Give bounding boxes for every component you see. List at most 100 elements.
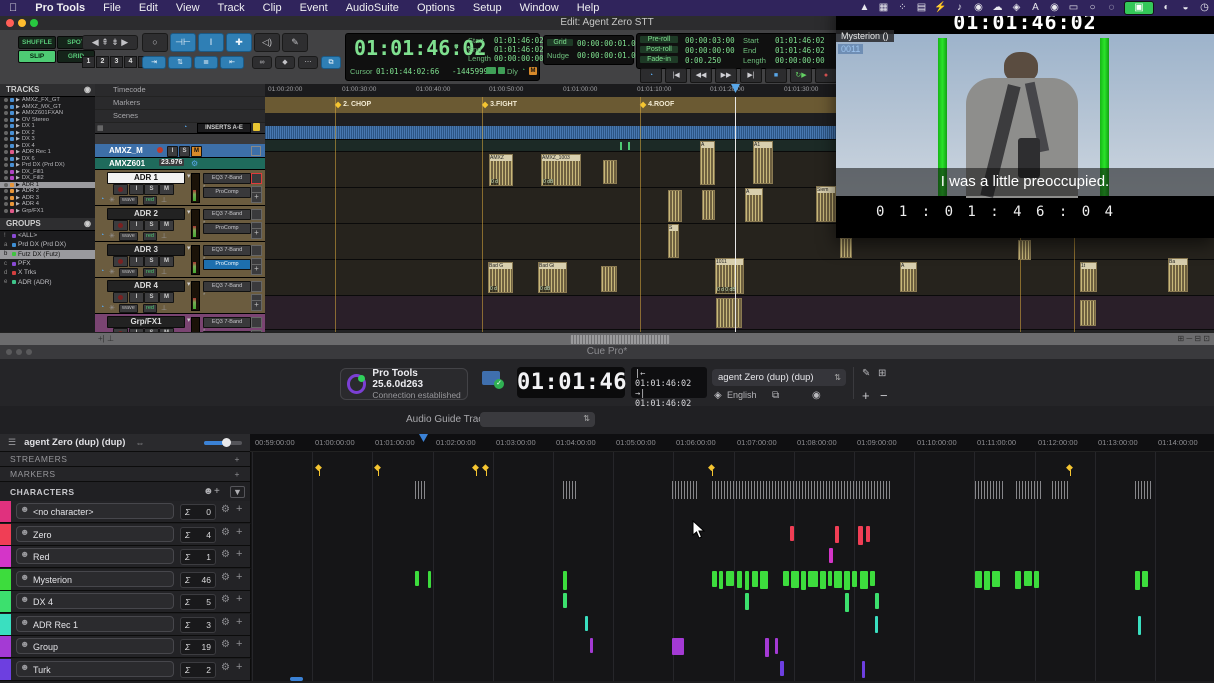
audio-clip[interactable] xyxy=(716,298,742,328)
group-list-item[interactable]: bFutz DX (Futz) xyxy=(0,250,95,259)
online-button[interactable]: ◔ xyxy=(640,68,662,83)
link-button-2[interactable]: ⋯ xyxy=(298,56,318,69)
character-settings-icon[interactable]: ⚙ xyxy=(221,504,230,515)
edit-scrollbar[interactable]: +| ⊥ ⊞ ─ ⊟ ⊡ xyxy=(0,332,1214,346)
cue-clip-group[interactable] xyxy=(765,638,769,657)
cue-clip-mysterion[interactable] xyxy=(745,571,749,590)
character-add-icon[interactable]: + xyxy=(236,548,242,560)
audio-clip-bad-gi[interactable]: Bad Gi0 dB xyxy=(538,262,567,293)
guide-waveform-clip[interactable] xyxy=(712,481,890,499)
selector-tool[interactable]: I xyxy=(198,33,224,52)
insert-eq3-7-band[interactable]: EQ3 7-Band xyxy=(203,281,251,292)
streamers-row[interactable]: STREAMERS + xyxy=(0,452,251,467)
cue-clip-mysterion[interactable] xyxy=(1034,571,1039,588)
grid-value[interactable]: 00:00:00:01.00 xyxy=(577,39,640,48)
menu-item-options[interactable]: Options xyxy=(408,2,464,14)
track-view-selector[interactable]: wave xyxy=(119,196,138,205)
fast-forward-button[interactable]: ▶▶ xyxy=(715,68,737,83)
track-options-icon[interactable]: ▾ xyxy=(187,280,191,288)
elastic-audio-icon[interactable]: ✳ xyxy=(109,232,115,240)
solo-button[interactable]: S xyxy=(144,292,159,303)
audio-clip[interactable] xyxy=(840,238,852,258)
cue-clip-mysterion[interactable] xyxy=(1135,571,1140,590)
character-name-field[interactable]: ADR Rec 1 xyxy=(16,616,174,632)
network-icon[interactable]: ◉ xyxy=(969,0,988,16)
add-insert-button[interactable]: + xyxy=(251,264,262,275)
menu-item-file[interactable]: File xyxy=(94,2,130,14)
ruler-name-markers[interactable]: Markers xyxy=(95,97,265,110)
link-button-1[interactable]: ◆ xyxy=(275,56,295,69)
cue-clip-mysterion[interactable] xyxy=(984,571,990,590)
cue-clip-mysterion[interactable] xyxy=(737,571,742,588)
cue-clip-zero[interactable] xyxy=(866,526,870,542)
zoom-preset-2[interactable]: 2 xyxy=(96,56,109,68)
insert-procomp[interactable]: ProComp xyxy=(203,259,251,270)
automation-icon[interactable]: ⊥ xyxy=(161,304,167,312)
track-name[interactable]: ADR 4 xyxy=(107,280,185,292)
character-settings-icon[interactable]: ⚙ xyxy=(221,572,230,583)
edit-mode-slip[interactable]: SLIP xyxy=(18,50,56,63)
cue-clip-mysterion[interactable] xyxy=(844,571,850,590)
link-button-0[interactable]: ∞ xyxy=(252,56,272,69)
audio-clip-amxz-1003[interactable]: AMXZ_10030 dB xyxy=(541,154,581,186)
audio-clip[interactable] xyxy=(603,160,617,184)
track-view-selector[interactable]: wave xyxy=(119,232,138,241)
guide-waveform-clip[interactable] xyxy=(1016,481,1042,499)
elastic-audio-icon[interactable]: ✳ xyxy=(109,268,115,276)
post-roll-label[interactable]: Post-roll xyxy=(640,46,678,53)
timebase-icon[interactable]: ◔ xyxy=(100,232,104,239)
output-window-button[interactable] xyxy=(251,146,261,156)
ruler-name-timecode[interactable]: Timecode xyxy=(95,84,265,97)
automation-icon[interactable]: ⊥ xyxy=(161,232,167,240)
character-add-icon[interactable]: + xyxy=(236,638,242,650)
add-button[interactable]: + xyxy=(862,388,870,403)
groups-menu-icon[interactable]: ◉ xyxy=(84,218,91,230)
elastic-audio-icon[interactable]: ✳ xyxy=(109,196,115,204)
cue-clip-mysterion[interactable] xyxy=(791,571,799,588)
cue-window-titlebar[interactable]: Cue Pro* xyxy=(0,345,1214,359)
audio-clip-ba[interactable]: Ba xyxy=(1168,258,1188,292)
cue-clip-mysterion[interactable] xyxy=(992,571,1000,587)
cue-clip-zero[interactable] xyxy=(835,526,839,543)
cue-clip-mysterion[interactable] xyxy=(563,571,567,590)
minimize-button[interactable] xyxy=(18,19,26,27)
character-name-field[interactable]: Group xyxy=(16,638,174,654)
remove-button[interactable]: − xyxy=(880,388,888,403)
tab-button-3[interactable]: ⇤ xyxy=(220,56,244,69)
insert-eq3-7-band[interactable]: EQ3 7-Band xyxy=(203,245,251,256)
cue-clip-mysterion[interactable] xyxy=(975,571,982,588)
tab-button-0[interactable]: ⇥ xyxy=(142,56,166,69)
track-name[interactable]: AMXZ601 xyxy=(109,159,145,168)
cue-clip-mysterion[interactable] xyxy=(760,571,768,589)
roll-start[interactable]: 01:01:46:02 xyxy=(775,36,825,45)
audio-clip-siem[interactable]: Siem xyxy=(816,186,836,222)
audio-clip-a[interactable]: A xyxy=(745,188,763,222)
playlist-selector[interactable]: red xyxy=(143,232,157,241)
playlist-selector[interactable]: red xyxy=(143,196,157,205)
timebase-icon[interactable]: ◔ xyxy=(100,196,104,203)
add-marker-button[interactable]: + xyxy=(235,469,240,479)
filter-icon[interactable]: ▼ xyxy=(230,486,245,498)
trim-tool[interactable]: ⊣⊢ xyxy=(170,33,196,52)
track-header-amxz-m[interactable]: AMXZ_MISM xyxy=(95,144,265,158)
zoom-controls[interactable]: ◀ ⇞ ⇟ ▶ xyxy=(82,35,138,50)
duplicate-icon[interactable]: ⊞ xyxy=(878,368,886,379)
audio-clip[interactable] xyxy=(1080,300,1096,326)
textinput-icon[interactable]: A xyxy=(1026,0,1045,16)
mute-badge[interactable]: M xyxy=(529,67,537,75)
character-settings-icon[interactable]: ⚙ xyxy=(221,617,230,628)
input-monitor-button[interactable]: I xyxy=(129,292,144,303)
pre-roll-value[interactable]: 00:00:03:00 xyxy=(685,36,735,45)
audio-clip-bad-g[interactable]: Bad G0 d xyxy=(488,262,513,293)
selection-start[interactable]: 01:01:46:02 xyxy=(494,36,544,45)
automation-icon[interactable]: ⊥ xyxy=(161,196,167,204)
cue-clip-mysterion[interactable] xyxy=(801,571,806,590)
menu-item-event[interactable]: Event xyxy=(291,2,337,14)
character-add-icon[interactable]: + xyxy=(236,571,242,583)
rewind-button[interactable]: ◀◀ xyxy=(690,68,712,83)
go-to-end-button[interactable]: ▶| xyxy=(740,68,762,83)
cue-clip-red[interactable] xyxy=(829,548,833,563)
audio-clip-a[interactable]: A xyxy=(900,262,917,292)
insert-eq3-7-band[interactable]: EQ3 7-Band xyxy=(203,173,251,184)
track-list-icon[interactable]: ▦ xyxy=(97,124,104,132)
